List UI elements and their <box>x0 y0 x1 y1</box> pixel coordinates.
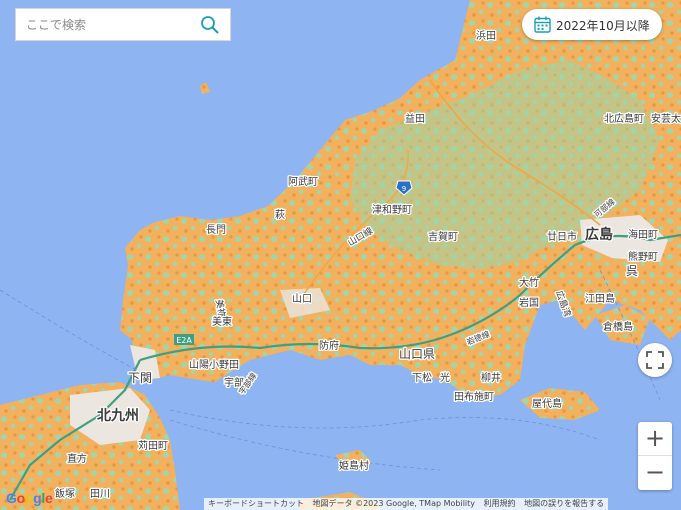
search-box <box>15 8 231 41</box>
search-input[interactable] <box>16 9 196 40</box>
svg-text:9: 9 <box>402 185 406 193</box>
label-yashiro: 屋代島 <box>532 397 562 410</box>
label-hikari: 光 <box>440 371 450 384</box>
label-yoshika: 吉賀町 <box>428 231 458 243</box>
calendar-icon <box>534 16 551 33</box>
label-kaita: 海田町 <box>628 228 658 241</box>
date-filter-label: 2022年10月以降 <box>556 19 650 33</box>
label-nogata: 直方 <box>67 452 87 465</box>
label-yamaguchi-ken: 山口県 <box>399 347 435 361</box>
label-akiota: 安芸太 <box>651 112 681 125</box>
map-canvas[interactable]: 9 E2A 浜田 益田 北広島町 安芸太 阿武町 津和野町 萩 長門 山口線 吉… <box>0 0 681 510</box>
fullscreen-icon <box>646 351 664 369</box>
label-yamaguchi: 山口 <box>292 293 312 305</box>
label-sanyo-onoda: 山陽小野田 <box>189 359 239 371</box>
zoom-in-button[interactable]: + <box>638 422 672 456</box>
e2a-label: E2A <box>176 336 192 345</box>
report-error-link[interactable]: 地図の誤りを報告する <box>524 499 604 508</box>
label-himeshima: 姫島村 <box>339 459 369 472</box>
label-iwakuni: 岩国 <box>519 296 539 309</box>
label-shimonoseki: 下関 <box>128 371 152 385</box>
zoom-out-button[interactable]: − <box>638 456 672 489</box>
label-hatsukaichi: 廿日市 <box>547 230 577 243</box>
label-tsuwano: 津和野町 <box>372 204 412 216</box>
zoom-controls: + − <box>638 422 672 490</box>
label-kanda: 苅田町 <box>138 439 168 452</box>
label-iizuka: 飯塚 <box>55 487 75 500</box>
label-kudamatsu: 下松 <box>412 371 432 384</box>
label-hamada: 浜田 <box>476 30 496 42</box>
label-abu: 阿武町 <box>288 175 318 188</box>
label-mito: 美東 <box>212 315 232 328</box>
fullscreen-button[interactable] <box>638 343 672 377</box>
label-hiroshima: 広島 <box>585 226 613 243</box>
google-logo: Google <box>6 490 53 506</box>
label-tagawa: 田川 <box>90 489 110 500</box>
label-kumano: 熊野町 <box>628 250 658 263</box>
label-masuda: 益田 <box>405 112 425 125</box>
keyboard-shortcuts-link[interactable]: キーボードショートカット <box>208 499 304 508</box>
terms-link[interactable]: 利用規約 <box>484 499 516 508</box>
label-kure: 呉 <box>626 264 638 278</box>
label-etajima: 江田島 <box>585 292 615 305</box>
label-otake: 大竹 <box>519 276 539 289</box>
label-kitahiroshima: 北広島町 <box>604 112 644 125</box>
label-hagi: 萩 <box>275 209 285 221</box>
date-filter-chip[interactable]: 2022年10月以降 <box>522 9 662 40</box>
label-hofu: 防府 <box>319 339 339 352</box>
label-kitakyushu: 北九州 <box>97 408 139 424</box>
attribution-bar: キーボードショートカット 地図データ ©2023 Google, TMap Mo… <box>204 498 609 510</box>
label-tabuse: 田布施町 <box>454 390 494 403</box>
label-kurahashi: 倉橋島 <box>603 320 633 333</box>
search-icon[interactable] <box>200 15 220 35</box>
map-data-text: 地図データ ©2023 Google, TMap Mobility <box>312 499 476 508</box>
label-yanai: 柳井 <box>481 371 501 384</box>
label-nagato: 長門 <box>206 224 226 236</box>
